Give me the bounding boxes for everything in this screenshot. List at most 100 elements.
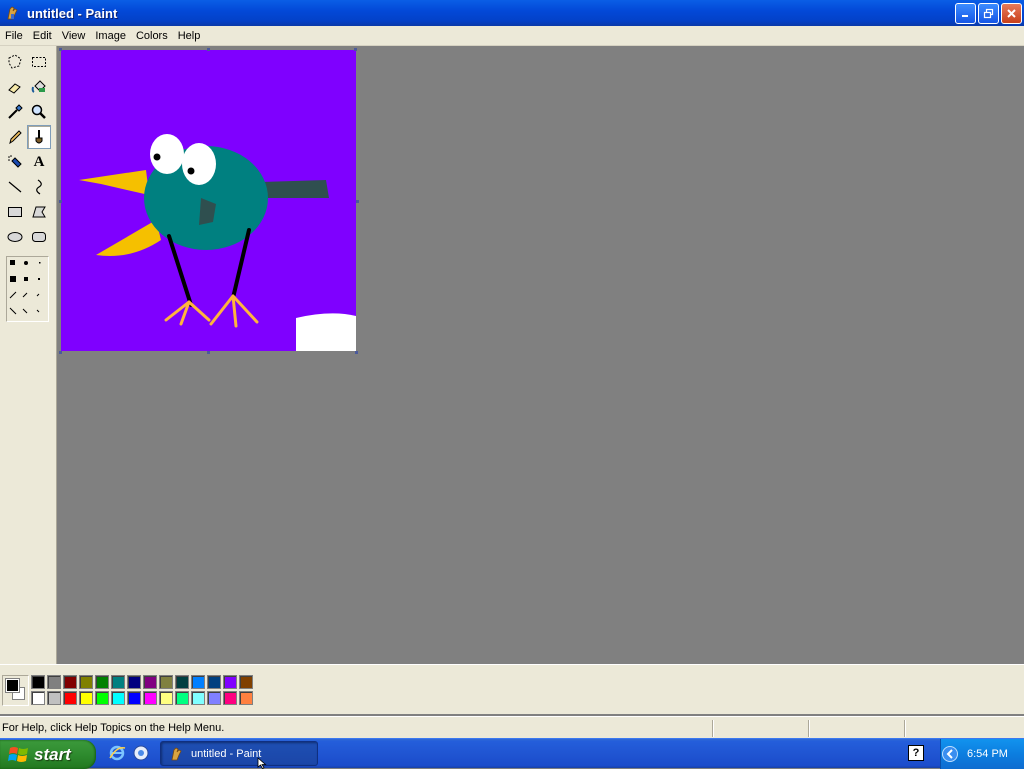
tool-text[interactable]: A xyxy=(27,150,51,174)
windows-logo-icon xyxy=(8,746,28,762)
system-tray: 6:54 PM xyxy=(940,739,1024,769)
taskbar-app-paint[interactable]: untitled - Paint xyxy=(160,741,318,766)
menu-view[interactable]: View xyxy=(57,27,91,45)
left-eye xyxy=(150,134,184,174)
line-icon xyxy=(8,181,22,193)
palette-swatch[interactable] xyxy=(111,691,125,705)
palette-swatch[interactable] xyxy=(223,691,237,705)
resize-handle-sw xyxy=(59,351,62,354)
taskbar-app-label: untitled - Paint xyxy=(191,747,262,760)
palette-swatch[interactable] xyxy=(175,691,189,705)
resize-handle-e[interactable] xyxy=(356,200,359,203)
current-colors xyxy=(2,675,29,706)
status-text: For Help, click Help Topics on the Help … xyxy=(2,721,225,734)
palette-swatch[interactable] xyxy=(207,691,221,705)
left-pupil xyxy=(153,153,161,161)
tool-line[interactable] xyxy=(3,175,27,199)
palette-swatch[interactable] xyxy=(207,675,221,689)
taskbar: start untitled - Paint ? 6:54 PM xyxy=(0,738,1024,769)
palette-swatch[interactable] xyxy=(127,675,141,689)
palette-swatch[interactable] xyxy=(31,691,45,705)
palette-swatch[interactable] xyxy=(95,691,109,705)
resize-handle-s[interactable] xyxy=(207,351,210,354)
minimize-button[interactable] xyxy=(955,3,976,24)
tool-magnifier[interactable] xyxy=(27,100,51,124)
menu-file[interactable]: File xyxy=(0,27,28,45)
palette-swatch[interactable] xyxy=(143,691,157,705)
ellipse-icon xyxy=(7,232,23,242)
tool-curve[interactable] xyxy=(27,175,51,199)
palette-swatch[interactable] xyxy=(143,675,157,689)
drawing-canvas[interactable] xyxy=(61,50,356,351)
rectangle-icon xyxy=(8,207,22,217)
menu-image[interactable]: Image xyxy=(90,27,131,45)
palette-swatch[interactable] xyxy=(31,675,45,689)
text-icon: A xyxy=(33,153,45,170)
menu-colors[interactable]: Colors xyxy=(131,27,173,45)
mouse-cursor-icon xyxy=(257,757,267,769)
foreground-color[interactable] xyxy=(5,678,20,693)
tool-polygon[interactable] xyxy=(27,200,51,224)
tool-brush[interactable] xyxy=(27,125,51,149)
tool-rounded-rectangle[interactable] xyxy=(27,225,51,249)
help-tray-icon[interactable]: ? xyxy=(908,745,924,761)
bird-drawing xyxy=(61,50,356,351)
paint-taskbar-icon xyxy=(171,747,182,760)
show-desktop-icon[interactable] xyxy=(132,744,150,762)
tool-ellipse[interactable] xyxy=(3,225,27,249)
tool-options-panel xyxy=(6,256,49,322)
tool-eraser[interactable] xyxy=(3,75,27,99)
internet-explorer-icon[interactable] xyxy=(108,744,126,762)
resize-handle-nw xyxy=(59,48,62,51)
brush-shape-options[interactable] xyxy=(7,257,48,321)
resize-handle-ne xyxy=(354,48,357,51)
close-button[interactable] xyxy=(1001,3,1022,24)
palette-swatch[interactable] xyxy=(127,691,141,705)
menu-help[interactable]: Help xyxy=(173,27,206,45)
status-bar: For Help, click Help Topics on the Help … xyxy=(0,716,1024,738)
show-hidden-icons-icon[interactable] xyxy=(941,745,959,763)
window-title: untitled - Paint xyxy=(27,5,118,21)
status-separator xyxy=(712,720,714,737)
palette-swatch[interactable] xyxy=(79,675,93,689)
rect-select-icon xyxy=(32,57,46,67)
tool-select[interactable] xyxy=(27,50,51,74)
tool-fill[interactable] xyxy=(27,75,51,99)
tool-airbrush[interactable] xyxy=(3,150,27,174)
restore-button[interactable] xyxy=(978,3,999,24)
palette-swatch[interactable] xyxy=(175,675,189,689)
status-separator xyxy=(808,720,810,737)
menu-edit[interactable]: Edit xyxy=(28,27,57,45)
rounded-rect-icon xyxy=(32,232,46,242)
palette-swatch[interactable] xyxy=(63,691,77,705)
paint-app-icon xyxy=(7,6,18,20)
palette-swatch[interactable] xyxy=(47,691,61,705)
tool-rectangle[interactable] xyxy=(3,200,27,224)
palette-swatch[interactable] xyxy=(191,675,205,689)
eyedropper-icon xyxy=(8,104,23,119)
start-button[interactable]: start xyxy=(0,740,96,769)
pencil-icon xyxy=(9,130,22,145)
palette-swatch[interactable] xyxy=(159,675,173,689)
tool-pick-color[interactable] xyxy=(3,100,27,124)
resize-handle-se[interactable] xyxy=(355,351,358,354)
tool-pencil[interactable] xyxy=(3,125,27,149)
palette-swatch[interactable] xyxy=(95,675,109,689)
palette-swatch[interactable] xyxy=(79,691,93,705)
resize-handle-n xyxy=(207,48,210,51)
palette-swatch[interactable] xyxy=(63,675,77,689)
brush-icon xyxy=(35,130,43,144)
palette-swatch[interactable] xyxy=(239,691,253,705)
tool-free-form-select[interactable] xyxy=(3,50,27,74)
palette-swatch[interactable] xyxy=(159,691,173,705)
palette-swatch[interactable] xyxy=(239,675,253,689)
right-eye xyxy=(182,143,216,185)
palette-swatch[interactable] xyxy=(111,675,125,689)
palette-swatch[interactable] xyxy=(47,675,61,689)
airbrush-icon xyxy=(8,155,22,168)
palette-swatch[interactable] xyxy=(223,675,237,689)
start-label: start xyxy=(34,744,71,764)
clock: 6:54 PM xyxy=(967,748,1008,760)
palette-swatch[interactable] xyxy=(191,691,205,705)
title-bar[interactable]: untitled - Paint xyxy=(0,0,1024,26)
